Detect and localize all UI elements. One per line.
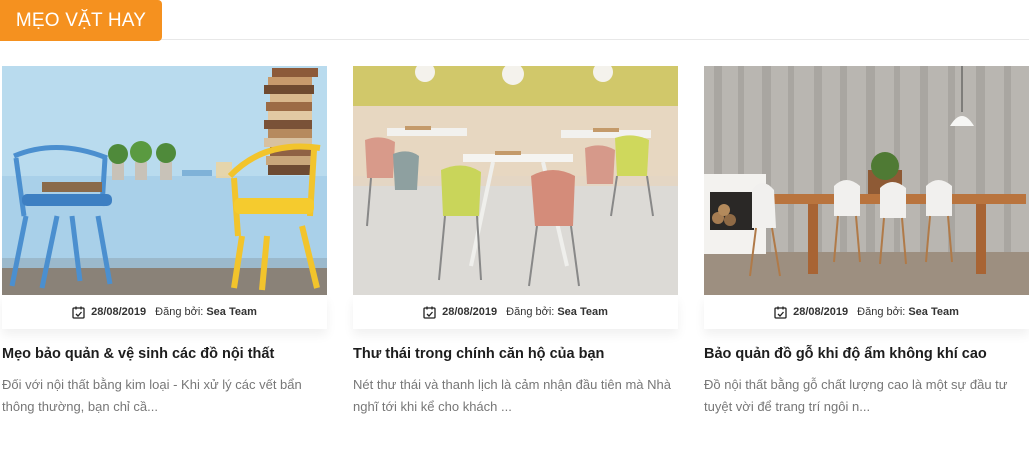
post-title-link[interactable]: Mẹo bảo quản & vệ sinh các đồ nội thất [2, 346, 327, 362]
post-meta: 28/08/2019 Đăng bởi: Sea Team [704, 295, 1029, 329]
post-author: Sea Team [557, 306, 608, 318]
post-title-link[interactable]: Thư thái trong chính căn hộ của bạn [353, 346, 678, 362]
calendar-icon [423, 306, 436, 319]
post-date: 28/08/2019 [793, 306, 849, 318]
post-excerpt: Đồ nội thất bằng gỗ chất lượng cao là mộ… [704, 377, 1008, 414]
post-excerpt: Đối với nội thất bằng kim loại - Khi xử … [2, 377, 302, 414]
post-card: 28/08/2019 Đăng bởi: Sea Team Mẹo bảo qu… [2, 66, 327, 418]
author-label: Đăng bởi: [857, 306, 906, 318]
post-meta: 28/08/2019 Đăng bởi: Sea Team [2, 295, 327, 329]
post-thumbnail-image[interactable] [2, 66, 327, 295]
post-excerpt: Nét thư thái và thanh lịch là cảm nhận đ… [353, 377, 671, 414]
post-date: 28/08/2019 [91, 306, 147, 318]
calendar-icon [774, 306, 787, 319]
post-meta: 28/08/2019 Đăng bởi: Sea Team [353, 295, 678, 329]
post-author: Sea Team [206, 306, 257, 318]
post-thumbnail-image[interactable] [353, 66, 678, 295]
post-card: 28/08/2019 Đăng bởi: Sea Team Thư thái t… [353, 66, 678, 418]
section-header: MẸO VẶT HAY [0, 0, 1029, 41]
post-date: 28/08/2019 [442, 306, 498, 318]
section-title-tab[interactable]: MẸO VẶT HAY [0, 0, 162, 41]
post-author: Sea Team [908, 306, 959, 318]
post-title-link[interactable]: Bảo quản đồ gỗ khi độ ẩm không khí cao [704, 346, 1029, 362]
post-card: 28/08/2019 Đăng bởi: Sea Team Bảo quản đ… [704, 66, 1029, 418]
author-label: Đăng bởi: [155, 306, 204, 318]
author-label: Đăng bởi: [506, 306, 555, 318]
post-thumbnail-image[interactable] [704, 66, 1029, 295]
calendar-icon [72, 306, 85, 319]
